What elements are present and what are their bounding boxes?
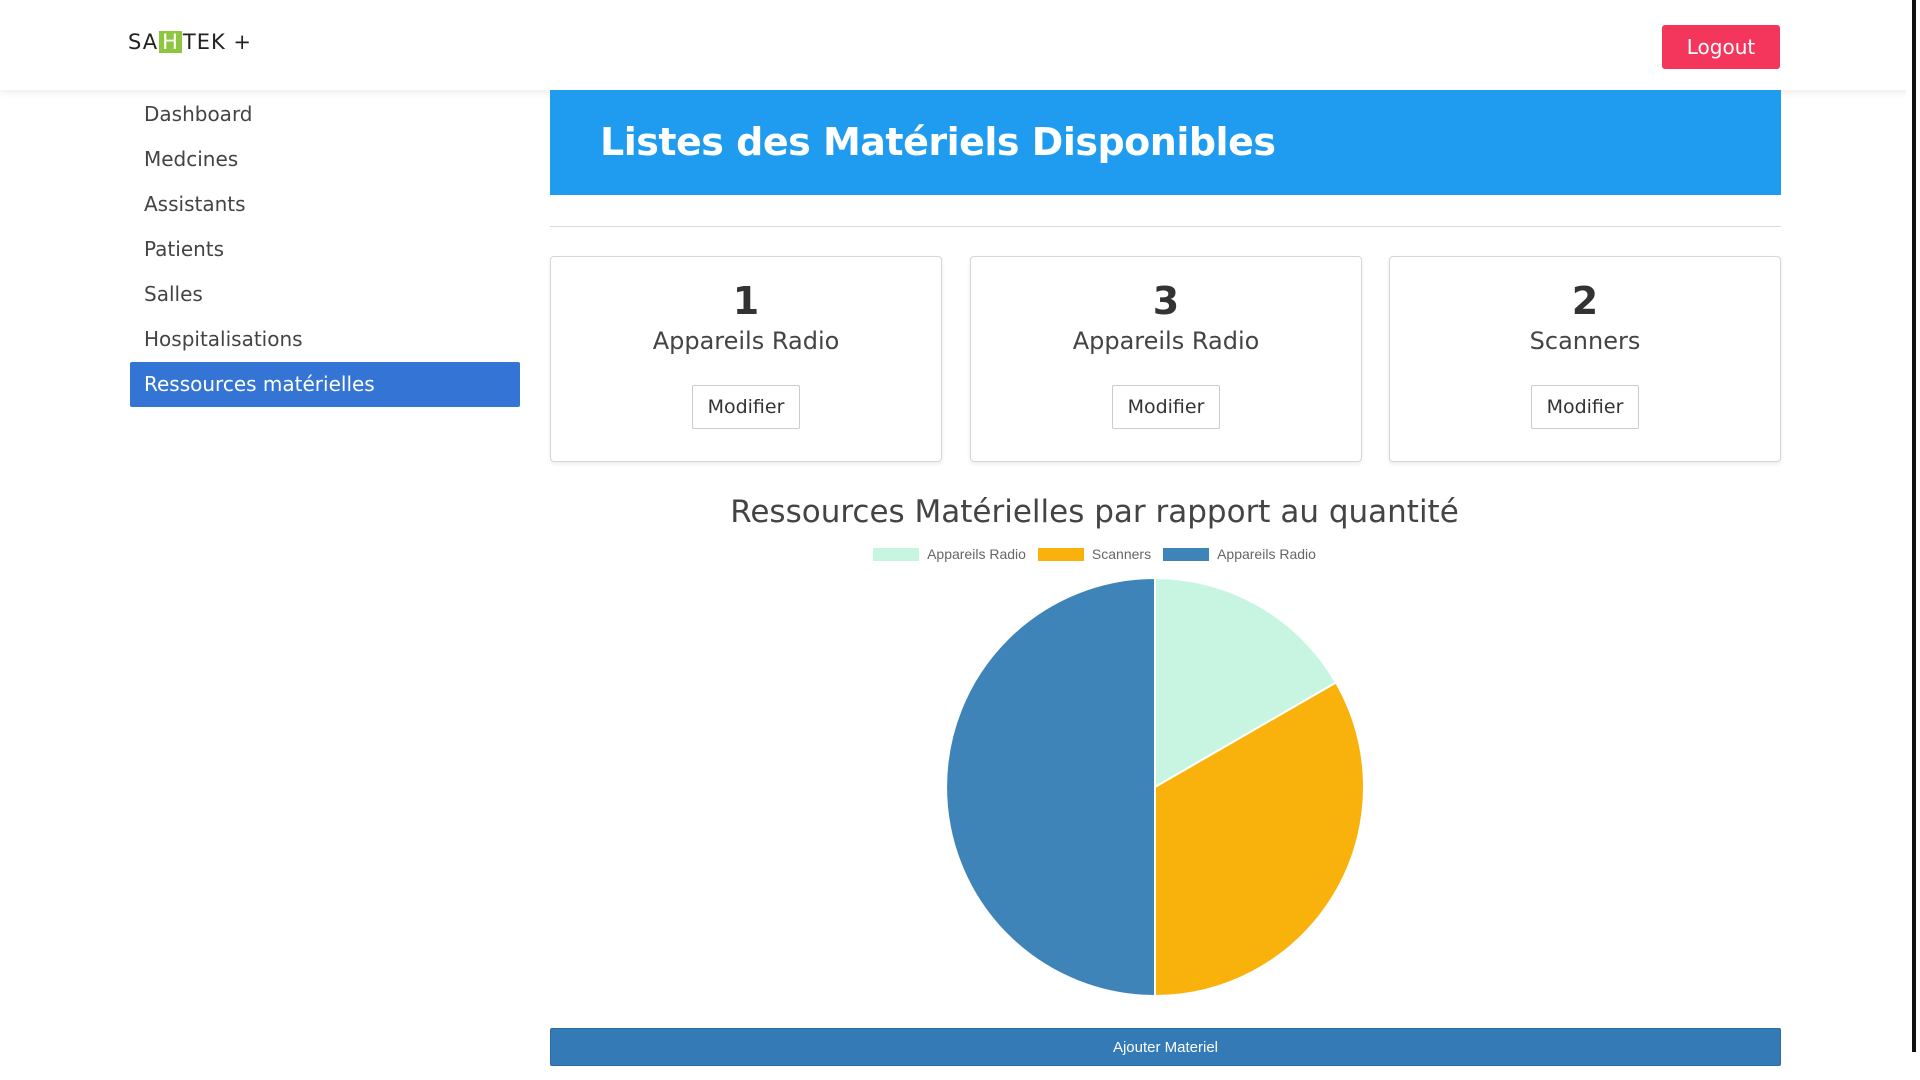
resource-label: Appareils Radio: [1072, 326, 1260, 355]
modify-button[interactable]: Modifier: [1530, 384, 1640, 429]
resource-label: Appareils Radio: [652, 326, 840, 355]
top-navbar: SA H TEK + Logout: [0, 0, 1920, 90]
scrollbar-thumb[interactable]: [1912, 0, 1916, 1052]
sidebar-item-ressources-materielles[interactable]: Ressources matérielles: [130, 362, 520, 407]
modify-button[interactable]: Modifier: [691, 384, 801, 429]
resource-card: 1 Appareils Radio Modifier: [550, 256, 942, 462]
chart-title: Ressources Matérielles par rapport au qu…: [730, 494, 1459, 530]
resource-label: Scanners: [1529, 326, 1641, 355]
divider: [550, 226, 1781, 227]
brand-prefix: SA: [128, 30, 159, 54]
pie-chart: [945, 577, 1365, 997]
legend-swatch: [1037, 548, 1084, 561]
legend-item[interactable]: Appareils Radio: [873, 546, 1026, 562]
sidebar: Dashboard Medcines Assistants Patients S…: [130, 92, 520, 407]
logout-button[interactable]: Logout: [1662, 25, 1780, 69]
legend-swatch: [1163, 548, 1210, 561]
sidebar-item-hospitalisations[interactable]: Hospitalisations: [130, 317, 520, 362]
legend-item[interactable]: Scanners: [1037, 546, 1152, 562]
sidebar-item-medcines[interactable]: Medcines: [130, 137, 520, 182]
resource-count: 1: [732, 279, 760, 323]
resource-card: 2 Scanners Modifier: [1389, 256, 1781, 462]
sidebar-item-dashboard[interactable]: Dashboard: [130, 92, 520, 137]
resource-card: 3 Appareils Radio Modifier: [970, 256, 1362, 462]
page-title: Listes des Matériels Disponibles: [600, 120, 1276, 164]
legend-label: Appareils Radio: [927, 546, 1026, 562]
add-material-button[interactable]: Ajouter Materiel: [550, 1028, 1781, 1066]
pie-slice[interactable]: [945, 577, 1156, 997]
page-banner: Listes des Matériels Disponibles: [550, 90, 1781, 195]
brand-highlight: H: [159, 31, 182, 53]
modify-button[interactable]: Modifier: [1111, 384, 1221, 429]
legend-label: Appareils Radio: [1217, 546, 1316, 562]
sidebar-item-patients[interactable]: Patients: [130, 227, 520, 272]
resource-count: 2: [1571, 279, 1599, 323]
sidebar-item-assistants[interactable]: Assistants: [130, 182, 520, 227]
chart-legend: Appareils Radio Scanners Appareils Radio: [550, 546, 1639, 562]
sidebar-item-salles[interactable]: Salles: [130, 272, 520, 317]
legend-item[interactable]: Appareils Radio: [1163, 546, 1316, 562]
legend-swatch: [873, 548, 920, 561]
legend-label: Scanners: [1091, 546, 1152, 562]
brand-suffix: TEK +: [182, 30, 253, 54]
resource-count: 3: [1152, 279, 1180, 323]
brand-logo[interactable]: SA H TEK +: [128, 30, 252, 54]
